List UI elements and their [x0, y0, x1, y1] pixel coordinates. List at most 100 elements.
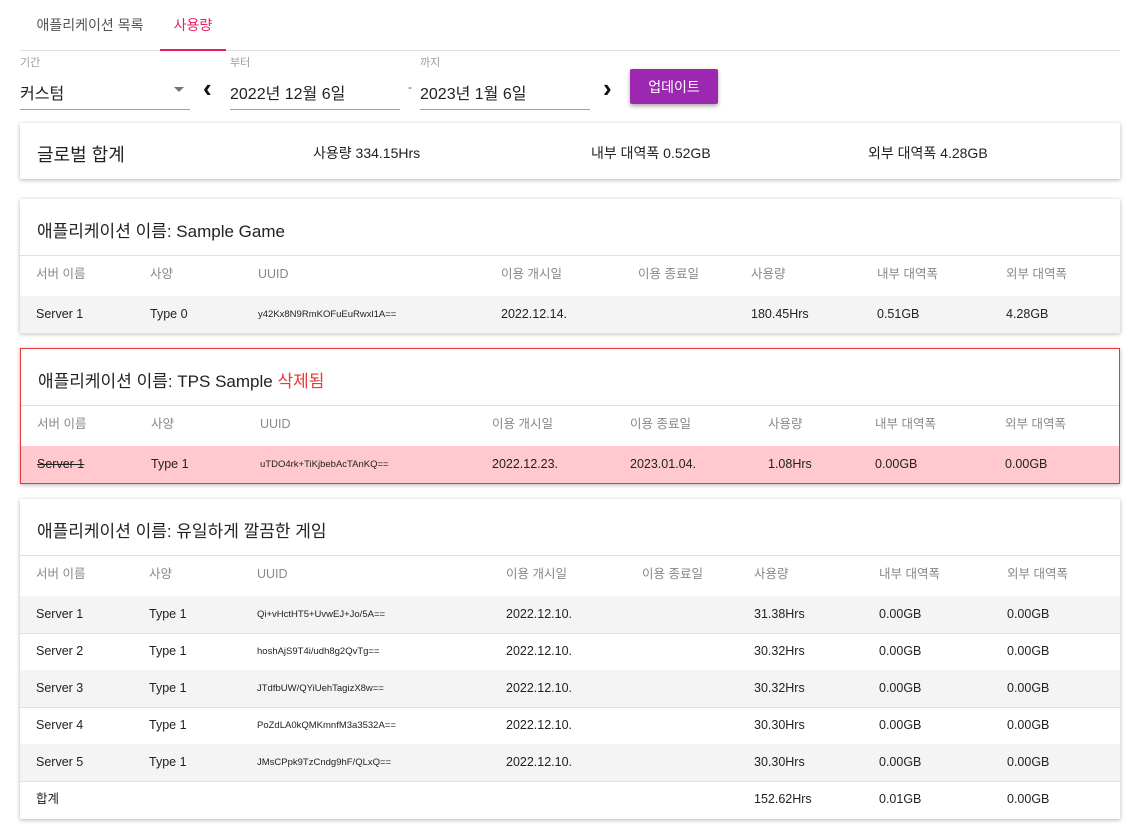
start-date: 2022.12.10. [506, 718, 573, 732]
usage: 1.08Hrs [768, 457, 812, 471]
app-title: 애플리케이션 이름: TPS Sample [38, 372, 273, 391]
external-bandwidth: 0.00GB [1007, 607, 1050, 621]
server-name: Server 3 [36, 681, 84, 695]
server-name: Server 5 [36, 755, 84, 769]
app-title: 애플리케이션 이름: 유일하게 깔끔한 게임 [37, 522, 327, 541]
table-row: Server 2 Type 1 hoshAjS9T4i/udh8g2QvTg==… [20, 633, 1120, 671]
global-total-title: 글로벌 합계 [37, 145, 125, 165]
external-bandwidth: 0.00GB [1007, 681, 1050, 695]
external-bandwidth: 0.00GB [1005, 457, 1048, 471]
total-external-bandwidth: 0.00GB [1007, 792, 1050, 806]
to-underline [420, 109, 590, 110]
tab-usage[interactable]: 사용량 [160, 0, 226, 51]
table-row: Server 5 Type 1 JMsCPpk9TzCndg9hF/QLxQ==… [20, 744, 1120, 782]
from-label: 부터 [230, 57, 251, 69]
start-date: 2022.12.10. [506, 644, 573, 658]
server-name: Server 4 [36, 718, 84, 732]
col-uuid: UUID [260, 417, 291, 431]
period-label: 기간 [20, 57, 41, 69]
global-internal-bandwidth: 내부 대역폭 0.52GB [591, 145, 711, 161]
external-bandwidth: 0.00GB [1007, 718, 1050, 732]
start-date: 2022.12.10. [506, 755, 573, 769]
spec: Type 0 [150, 307, 188, 321]
tab-bar: 애플리케이션 목록 사용량 [20, 0, 1120, 51]
app-title: 애플리케이션 이름: Sample Game [37, 222, 285, 241]
table-row-deleted: Server 1 Type 1 uTDO4rk+TiKjbebAcTAnKQ==… [21, 446, 1119, 483]
usage: 30.30Hrs [754, 718, 805, 732]
spec: Type 1 [149, 681, 187, 695]
table-row: Server 1 Type 0 y42Kx8N9RmKOFuEuRwxl1A==… [20, 296, 1120, 334]
col-external-bandwidth: 외부 대역폭 [1007, 567, 1068, 581]
uuid: Qi+vHctHT5+UvwEJ+Jo/5A== [257, 609, 386, 620]
table-row: Server 4 Type 1 PoZdLA0kQMKmnfM3a3532A==… [20, 707, 1120, 745]
start-date: 2022.12.10. [506, 607, 573, 621]
internal-bandwidth: 0.00GB [879, 718, 922, 732]
tab-application-list[interactable]: 애플리케이션 목록 [20, 0, 160, 50]
total-label: 합계 [36, 792, 60, 806]
spec: Type 1 [151, 457, 189, 471]
global-total-card: 글로벌 합계 사용량 334.15Hrs 내부 대역폭 0.52GB 외부 대역… [20, 123, 1120, 179]
col-internal-bandwidth: 내부 대역폭 [879, 567, 940, 581]
to-date-value: 2023년 1월 6일 [420, 86, 527, 103]
server-name: Server 2 [36, 644, 84, 658]
col-spec: 사양 [151, 417, 175, 431]
usage: 31.38Hrs [754, 607, 805, 621]
internal-bandwidth: 0.00GB [879, 607, 922, 621]
spec: Type 1 [149, 607, 187, 621]
external-bandwidth: 0.00GB [1007, 644, 1050, 658]
col-usage: 사용량 [754, 567, 789, 581]
col-start-date: 이용 개시일 [492, 417, 553, 431]
table-header: 서버 이름 사양 UUID 이용 개시일 이용 종료일 사용량 내부 대역폭 외… [20, 255, 1120, 297]
usage: 180.45Hrs [751, 307, 809, 321]
col-server-name: 서버 이름 [36, 567, 86, 581]
app-title-line: 애플리케이션 이름: TPS Sample 삭제됨 [38, 367, 324, 392]
from-date-field[interactable]: 부터 2022년 12월 6일 [230, 54, 400, 110]
app-card-clean-game: 애플리케이션 이름: 유일하게 깔끔한 게임 서버 이름 사양 UUID 이용 … [20, 499, 1120, 819]
spec: Type 1 [149, 718, 187, 732]
col-server-name: 서버 이름 [37, 417, 87, 431]
col-spec: 사양 [149, 567, 173, 581]
start-date: 2022.12.23. [492, 457, 559, 471]
total-internal-bandwidth: 0.01GB [879, 792, 922, 806]
col-external-bandwidth: 외부 대역폭 [1006, 267, 1067, 281]
chevron-right-icon[interactable]: › [603, 75, 612, 101]
server-name: Server 1 [36, 607, 84, 621]
start-date: 2022.12.10. [506, 681, 573, 695]
col-server-name: 서버 이름 [36, 267, 86, 281]
internal-bandwidth: 0.00GB [875, 457, 918, 471]
external-bandwidth: 0.00GB [1007, 755, 1050, 769]
internal-bandwidth: 0.00GB [879, 681, 922, 695]
total-usage: 152.62Hrs [754, 792, 812, 806]
period-select[interactable]: 기간 커스텀 [20, 54, 190, 110]
table-header: 서버 이름 사양 UUID 이용 개시일 이용 종료일 사용량 내부 대역폭 외… [20, 555, 1120, 597]
uuid: PoZdLA0kQMKmnfM3a3532A== [257, 720, 396, 731]
uuid: uTDO4rk+TiKjbebAcTAnKQ== [260, 459, 389, 470]
uuid: y42Kx8N9RmKOFuEuRwxl1A== [258, 309, 397, 320]
uuid: JMsCPpk9TzCndg9hF/QLxQ== [257, 757, 392, 768]
chevron-left-icon[interactable]: ‹ [203, 75, 212, 101]
date-separator: - [408, 80, 412, 94]
col-end-date: 이용 종료일 [638, 267, 699, 281]
internal-bandwidth: 0.00GB [879, 644, 922, 658]
update-button[interactable]: 업데이트 [630, 69, 718, 104]
col-usage: 사용량 [751, 267, 786, 281]
deleted-label: 삭제됨 [277, 372, 325, 391]
uuid: JTdfbUW/QYiUehTagizX8w== [257, 683, 384, 694]
usage: 30.32Hrs [754, 681, 805, 695]
col-start-date: 이용 개시일 [501, 267, 562, 281]
col-usage: 사용량 [768, 417, 803, 431]
app-card-sample-game: 애플리케이션 이름: Sample Game 서버 이름 사양 UUID 이용 … [20, 199, 1120, 334]
usage: 30.30Hrs [754, 755, 805, 769]
spec: Type 1 [149, 644, 187, 658]
to-label: 까지 [420, 57, 441, 69]
server-name: Server 1 [36, 307, 84, 321]
external-bandwidth: 4.28GB [1006, 307, 1049, 321]
start-date: 2022.12.14. [501, 307, 568, 321]
global-usage: 사용량 334.15Hrs [313, 145, 421, 161]
col-uuid: UUID [258, 267, 289, 281]
end-date: 2023.01.04. [630, 457, 697, 471]
table-header: 서버 이름 사양 UUID 이용 개시일 이용 종료일 사용량 내부 대역폭 외… [21, 405, 1119, 447]
server-name: Server 1 [37, 457, 85, 471]
to-date-field[interactable]: 까지 2023년 1월 6일 [420, 54, 590, 110]
app-card-tps-sample: 애플리케이션 이름: TPS Sample 삭제됨 서버 이름 사양 UUID … [20, 348, 1120, 484]
